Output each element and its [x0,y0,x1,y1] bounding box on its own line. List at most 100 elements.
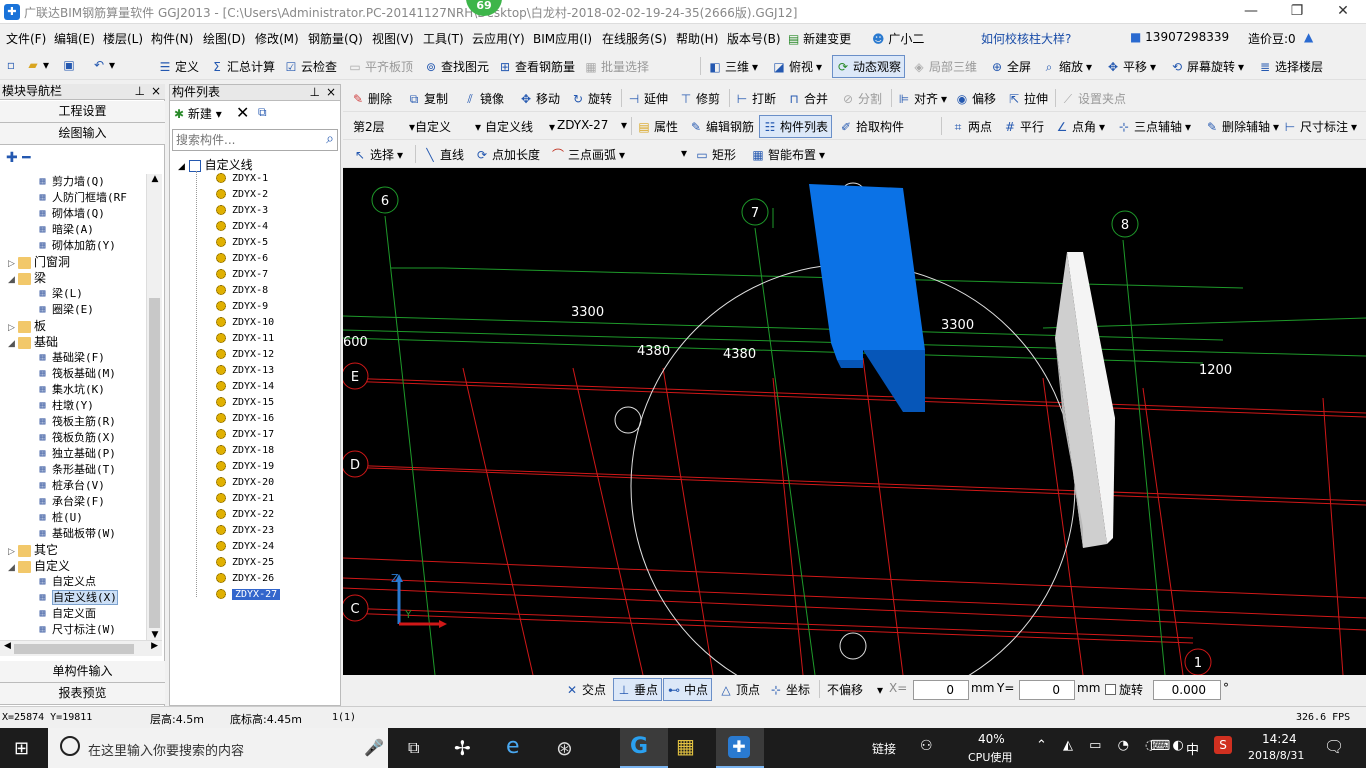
define-button[interactable]: ☰ 定义 [158,58,199,75]
tree-item[interactable]: ▦ 砌体加筋(Y) [36,238,115,254]
dynamic-orbit-button[interactable]: ⟳ 动态观察 [832,55,906,78]
parallel-axis-button[interactable]: # 平行 [1003,118,1044,135]
three-point-arc-button[interactable]: ⌒ 三点画弧 ▾ [551,146,625,163]
app-taskbar-button[interactable]: G [620,728,668,768]
arc-mode-select[interactable]: ▾ [635,146,687,160]
component-list-item[interactable]: ZDYX-1 [216,171,268,187]
component-list-item[interactable]: ZDYX-26 [216,571,274,587]
component-list-item[interactable]: ZDYX-2 [216,187,268,203]
select-button[interactable]: ↖ 选择 ▾ [353,146,403,163]
rotate-button[interactable]: ↻ 旋转 [571,90,612,107]
tree-item[interactable]: ▦ 暗梁(A) [36,222,93,238]
zoom-button[interactable]: ⌕ 缩放 ▾ [1042,58,1092,75]
component-list-item[interactable]: ZDYX-14 [216,379,274,395]
taskbar-search[interactable]: 在这里输入你要搜索的内容 🎤 [48,728,388,768]
component-list-button[interactable]: ☷ 构件列表 [759,115,833,138]
align-slab-top-button[interactable]: ▭ 平齐板顶 [348,58,413,75]
tree-item[interactable]: ▦ 集水坑(K) [36,382,104,398]
rectangle-button[interactable]: ▭ 矩形 [695,146,736,163]
mirror-button[interactable]: ⫽ 镜像 [463,90,504,107]
close-panel-icon[interactable]: × [151,84,161,99]
top-view-button[interactable]: ◪ 俯视 ▾ [772,58,822,75]
menu-version[interactable]: 版本号(B) [727,30,781,47]
cloud-check-button[interactable]: ☑ 云检查 [284,58,337,75]
menu-component[interactable]: 构件(N) [151,30,193,47]
snap-vertex-button[interactable]: △ 顶点 [719,681,760,698]
copy-icon[interactable]: ⧉ [258,105,267,120]
restore-button[interactable]: ❐ [1274,0,1320,24]
delete-icon[interactable]: ✕ [236,103,249,122]
component-list-item[interactable]: ZDYX-24 [216,539,274,555]
properties-button[interactable]: ▤ 属性 [637,118,678,135]
keyboard-icon[interactable]: ⌨ [1150,738,1170,754]
menu-floor[interactable]: 楼层(L) [103,30,143,47]
menu-help[interactable]: 帮助(H) [676,30,718,47]
tree-item[interactable]: ▦ 条形基础(T) [36,462,115,478]
tree-item[interactable]: ▦ 基础板带(W) [36,526,115,542]
smart-layout-button[interactable]: ▦ 智能布置 ▾ [751,146,825,163]
summary-calc-button[interactable]: Σ 汇总计算 [210,58,275,75]
menu-online[interactable]: 在线服务(S) [602,30,667,47]
open-file-button[interactable]: ▰ ▾ [26,58,49,72]
dimension-button[interactable]: ⊢ 尺寸标注 ▾ [1283,118,1357,135]
collapse-icon[interactable]: ◢ [8,272,18,288]
project-settings-button[interactable]: 工程设置 [0,101,165,123]
tree-scrollbar[interactable]: ▲ ▼ [146,174,162,640]
floor-select[interactable]: 第2层 ▾ [353,118,415,135]
tree-folder[interactable]: ◢ 梁 [8,270,46,286]
component-search-input[interactable] [173,130,313,150]
notepad-icon[interactable]: ▦ [676,734,695,758]
search-icon[interactable]: ⌕ [326,131,334,147]
microphone-icon[interactable]: 🎤 [364,738,384,757]
drawing-input-button[interactable]: 绘图输入 [0,123,165,145]
ime-indicator[interactable]: 中 [1186,739,1199,758]
browser-icon[interactable]: ⊛ [556,736,573,760]
pin-icon[interactable]: ⊥ [310,85,320,100]
component-list-item[interactable]: ZDYX-23 [216,523,274,539]
fan-app-icon[interactable]: ✢ [454,736,471,760]
extend-button[interactable]: ⊣ 延伸 [627,90,668,107]
drawing-viewport[interactable]: 6 7 8 E D C 1 3300 3300 4380 4380 1200 6… [343,168,1366,675]
line-button[interactable]: ╲ 直线 [423,146,464,163]
blue-element[interactable] [809,184,925,412]
tree-item[interactable]: ▦ 圈梁(E) [36,302,93,318]
component-list-item[interactable]: ZDYX-12 [216,347,274,363]
windows-start-icon[interactable]: ⊞ [14,738,29,759]
collapse-icon[interactable]: ◢ [8,560,18,576]
component-list-item[interactable]: ZDYX-25 [216,555,274,571]
tree-item[interactable]: ▦ 尺寸标注(W) [36,622,115,638]
tree-item[interactable]: ▦ 独立基础(P) [36,446,115,462]
snap-perpendicular-button[interactable]: ⊥ 垂点 [613,678,663,701]
tree-item[interactable]: ▦ 剪力墙(Q) [36,174,104,190]
tree-item[interactable]: ▦ 桩承台(V) [36,478,104,494]
point-angle-button[interactable]: ∠ 点角 ▾ [1055,118,1105,135]
notification-icon[interactable]: 🗨 [1324,737,1344,756]
offset-button[interactable]: ◉ 偏移 [955,90,996,107]
component-list-item[interactable]: ZDYX-20 [216,475,274,491]
taskbar-link-label[interactable]: 链接 [872,740,896,757]
tree-item[interactable]: ▦ 筏板负筋(X) [36,430,115,446]
edge-icon[interactable]: e [506,734,520,759]
clock-time[interactable]: 14:24 [1262,732,1297,746]
component-list-item[interactable]: ZDYX-21 [216,491,274,507]
menu-modify[interactable]: 修改(M) [255,30,299,47]
person-icon[interactable]: ▲ [1304,30,1313,44]
merge-button[interactable]: ⊓ 合并 [787,90,828,107]
tree-item[interactable]: ▦ 梁(L) [36,286,82,302]
collapse-icon[interactable]: ◢ [8,336,18,352]
expand-all-icon[interactable]: ✚ ━ [6,150,31,166]
tree-item[interactable]: ▦ 承台梁(F) [36,494,104,510]
3d-view-button[interactable]: ◧ 三维 ▾ [708,58,758,75]
component-list-item[interactable]: ZDYX-11 [216,331,274,347]
menu-edit[interactable]: 编辑(E) [54,30,95,47]
edit-rebar-button[interactable]: ✎ 编辑钢筋 [689,118,754,135]
component-list-item[interactable]: ZDYX-3 [216,203,268,219]
menu-file[interactable]: 文件(F) [6,30,46,47]
snap-intersection-button[interactable]: ✕ 交点 [565,681,606,698]
white-element[interactable] [1055,252,1115,548]
three-point-axis-button[interactable]: ⊹ 三点辅轴 ▾ [1117,118,1191,135]
tree-hscrollbar[interactable]: ◀ ▶ [0,640,162,656]
component-list-item[interactable]: ZDYX-8 [216,283,268,299]
component-list-item[interactable]: ZDYX-4 [216,219,268,235]
snap-midpoint-button[interactable]: ⊷ 中点 [663,678,713,701]
